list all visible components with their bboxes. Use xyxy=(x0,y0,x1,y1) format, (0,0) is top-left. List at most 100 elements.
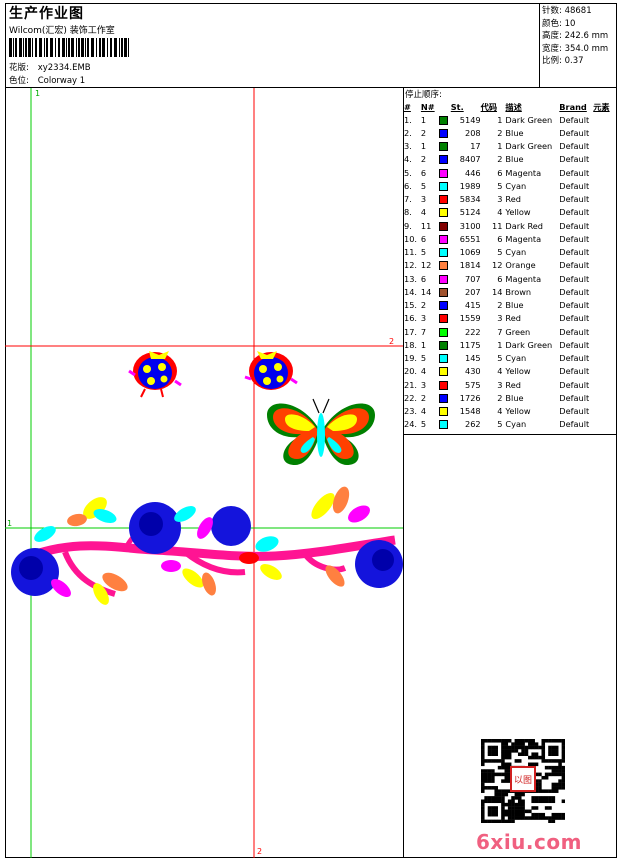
row-element xyxy=(593,418,617,431)
qr-module xyxy=(554,789,559,793)
qr-module xyxy=(517,806,522,810)
qr-module xyxy=(491,796,495,800)
qr-module xyxy=(517,816,522,820)
row-stitches: 3100 xyxy=(459,220,481,231)
qr-module xyxy=(541,796,546,800)
row-element xyxy=(593,352,617,365)
qr-module xyxy=(548,745,552,750)
row-index: 1. xyxy=(404,114,412,125)
qr-module xyxy=(561,772,565,777)
row-brand: Default xyxy=(559,379,590,390)
table-row: 5. 6 446 6 Magenta Default xyxy=(404,166,617,179)
row-needle: 5 xyxy=(420,419,427,430)
qr-module xyxy=(484,739,488,743)
row-element xyxy=(593,140,617,153)
color-swatch xyxy=(438,393,448,403)
barcode-bar xyxy=(124,38,127,57)
row-stitches: 707 xyxy=(464,273,481,284)
barcode-bar xyxy=(96,38,97,57)
qr-module xyxy=(481,772,485,777)
color-swatch xyxy=(438,181,448,191)
color-swatch xyxy=(438,208,448,218)
qr-module xyxy=(504,749,509,753)
qr-module xyxy=(511,812,515,817)
qr-module xyxy=(487,779,492,783)
row-element xyxy=(593,166,617,179)
qr-module xyxy=(501,789,505,793)
qr-module xyxy=(541,739,546,743)
row-stitches: 208 xyxy=(464,127,481,138)
barcode-bar xyxy=(15,38,17,57)
qr-module xyxy=(487,775,492,780)
qr-module xyxy=(484,772,488,777)
qr-module xyxy=(507,752,512,756)
barcode-bar xyxy=(50,38,53,57)
table-row: 24. 5 262 5 Cyan Default xyxy=(404,418,617,431)
table-header-row: # N# St. 代码 描述 Brand 元素 xyxy=(404,100,617,113)
qr-module xyxy=(487,799,492,804)
color-swatch xyxy=(438,407,448,417)
row-brand: Default xyxy=(559,273,590,284)
color-swatch xyxy=(438,195,448,205)
qr-module xyxy=(484,775,488,780)
qr-module xyxy=(551,782,556,787)
row-index: 15. xyxy=(404,300,418,311)
row-brand: Default xyxy=(559,286,590,297)
qr-module xyxy=(531,799,535,804)
qr-module xyxy=(517,809,522,814)
qr-module xyxy=(521,739,525,743)
stat-width: 宽度: 354.0 mm xyxy=(542,43,609,54)
table-row: 2. 2 208 2 Blue Default xyxy=(404,126,617,139)
barcode-bar xyxy=(19,38,22,57)
qr-module xyxy=(544,772,549,777)
row-element xyxy=(593,325,617,338)
qr-module xyxy=(494,759,498,763)
table-row: 12. 12 1814 12 Orange Default xyxy=(404,259,617,272)
qr-module xyxy=(504,809,509,814)
table-row: 14. 14 207 14 Brown Default xyxy=(404,285,617,298)
qr-module xyxy=(551,752,556,756)
qr-module xyxy=(491,769,495,773)
row-code: 5 xyxy=(497,180,503,191)
qr-module xyxy=(504,752,509,756)
qr-module xyxy=(554,752,559,756)
row-brand: Default xyxy=(559,339,590,350)
row-code: 1 xyxy=(497,141,503,152)
row-element xyxy=(593,232,617,245)
row-index: 4. xyxy=(404,154,412,165)
qr-module xyxy=(538,796,542,800)
ladybug-motif-left xyxy=(128,351,182,398)
qr-module xyxy=(551,789,556,793)
row-description: Green xyxy=(505,326,531,337)
qr-module xyxy=(517,802,522,807)
qr-module xyxy=(514,759,519,763)
row-brand: Default xyxy=(559,154,590,165)
row-description: Yellow xyxy=(505,406,531,417)
qr-module xyxy=(501,809,505,814)
row-needle: 7 xyxy=(420,326,427,337)
row-stitches: 1814 xyxy=(459,260,481,271)
qr-module xyxy=(538,812,542,817)
table-row: 17. 7 222 7 Green Default xyxy=(404,325,617,338)
qr-module xyxy=(487,745,492,750)
color-swatch xyxy=(438,155,448,165)
qr-module xyxy=(521,802,525,807)
qr-module xyxy=(538,789,542,793)
row-index: 14. xyxy=(404,286,418,297)
qr-module xyxy=(558,739,562,743)
row-element xyxy=(593,365,617,378)
qr-module xyxy=(511,742,515,746)
qr-module xyxy=(517,759,522,763)
row-swatch xyxy=(438,153,451,166)
qr-module xyxy=(501,749,505,753)
row-brand: Default xyxy=(559,220,590,231)
qr-module xyxy=(541,745,546,750)
table-row: 19. 5 145 5 Cyan Default xyxy=(404,352,617,365)
qr-module xyxy=(484,799,488,804)
qr-module xyxy=(491,759,495,763)
design-canvas[interactable]: 1 2 1 2 xyxy=(5,88,404,858)
row-swatch xyxy=(438,378,451,391)
qr-module xyxy=(487,749,492,753)
qr-module xyxy=(501,755,505,760)
row-brand: Default xyxy=(559,406,590,417)
